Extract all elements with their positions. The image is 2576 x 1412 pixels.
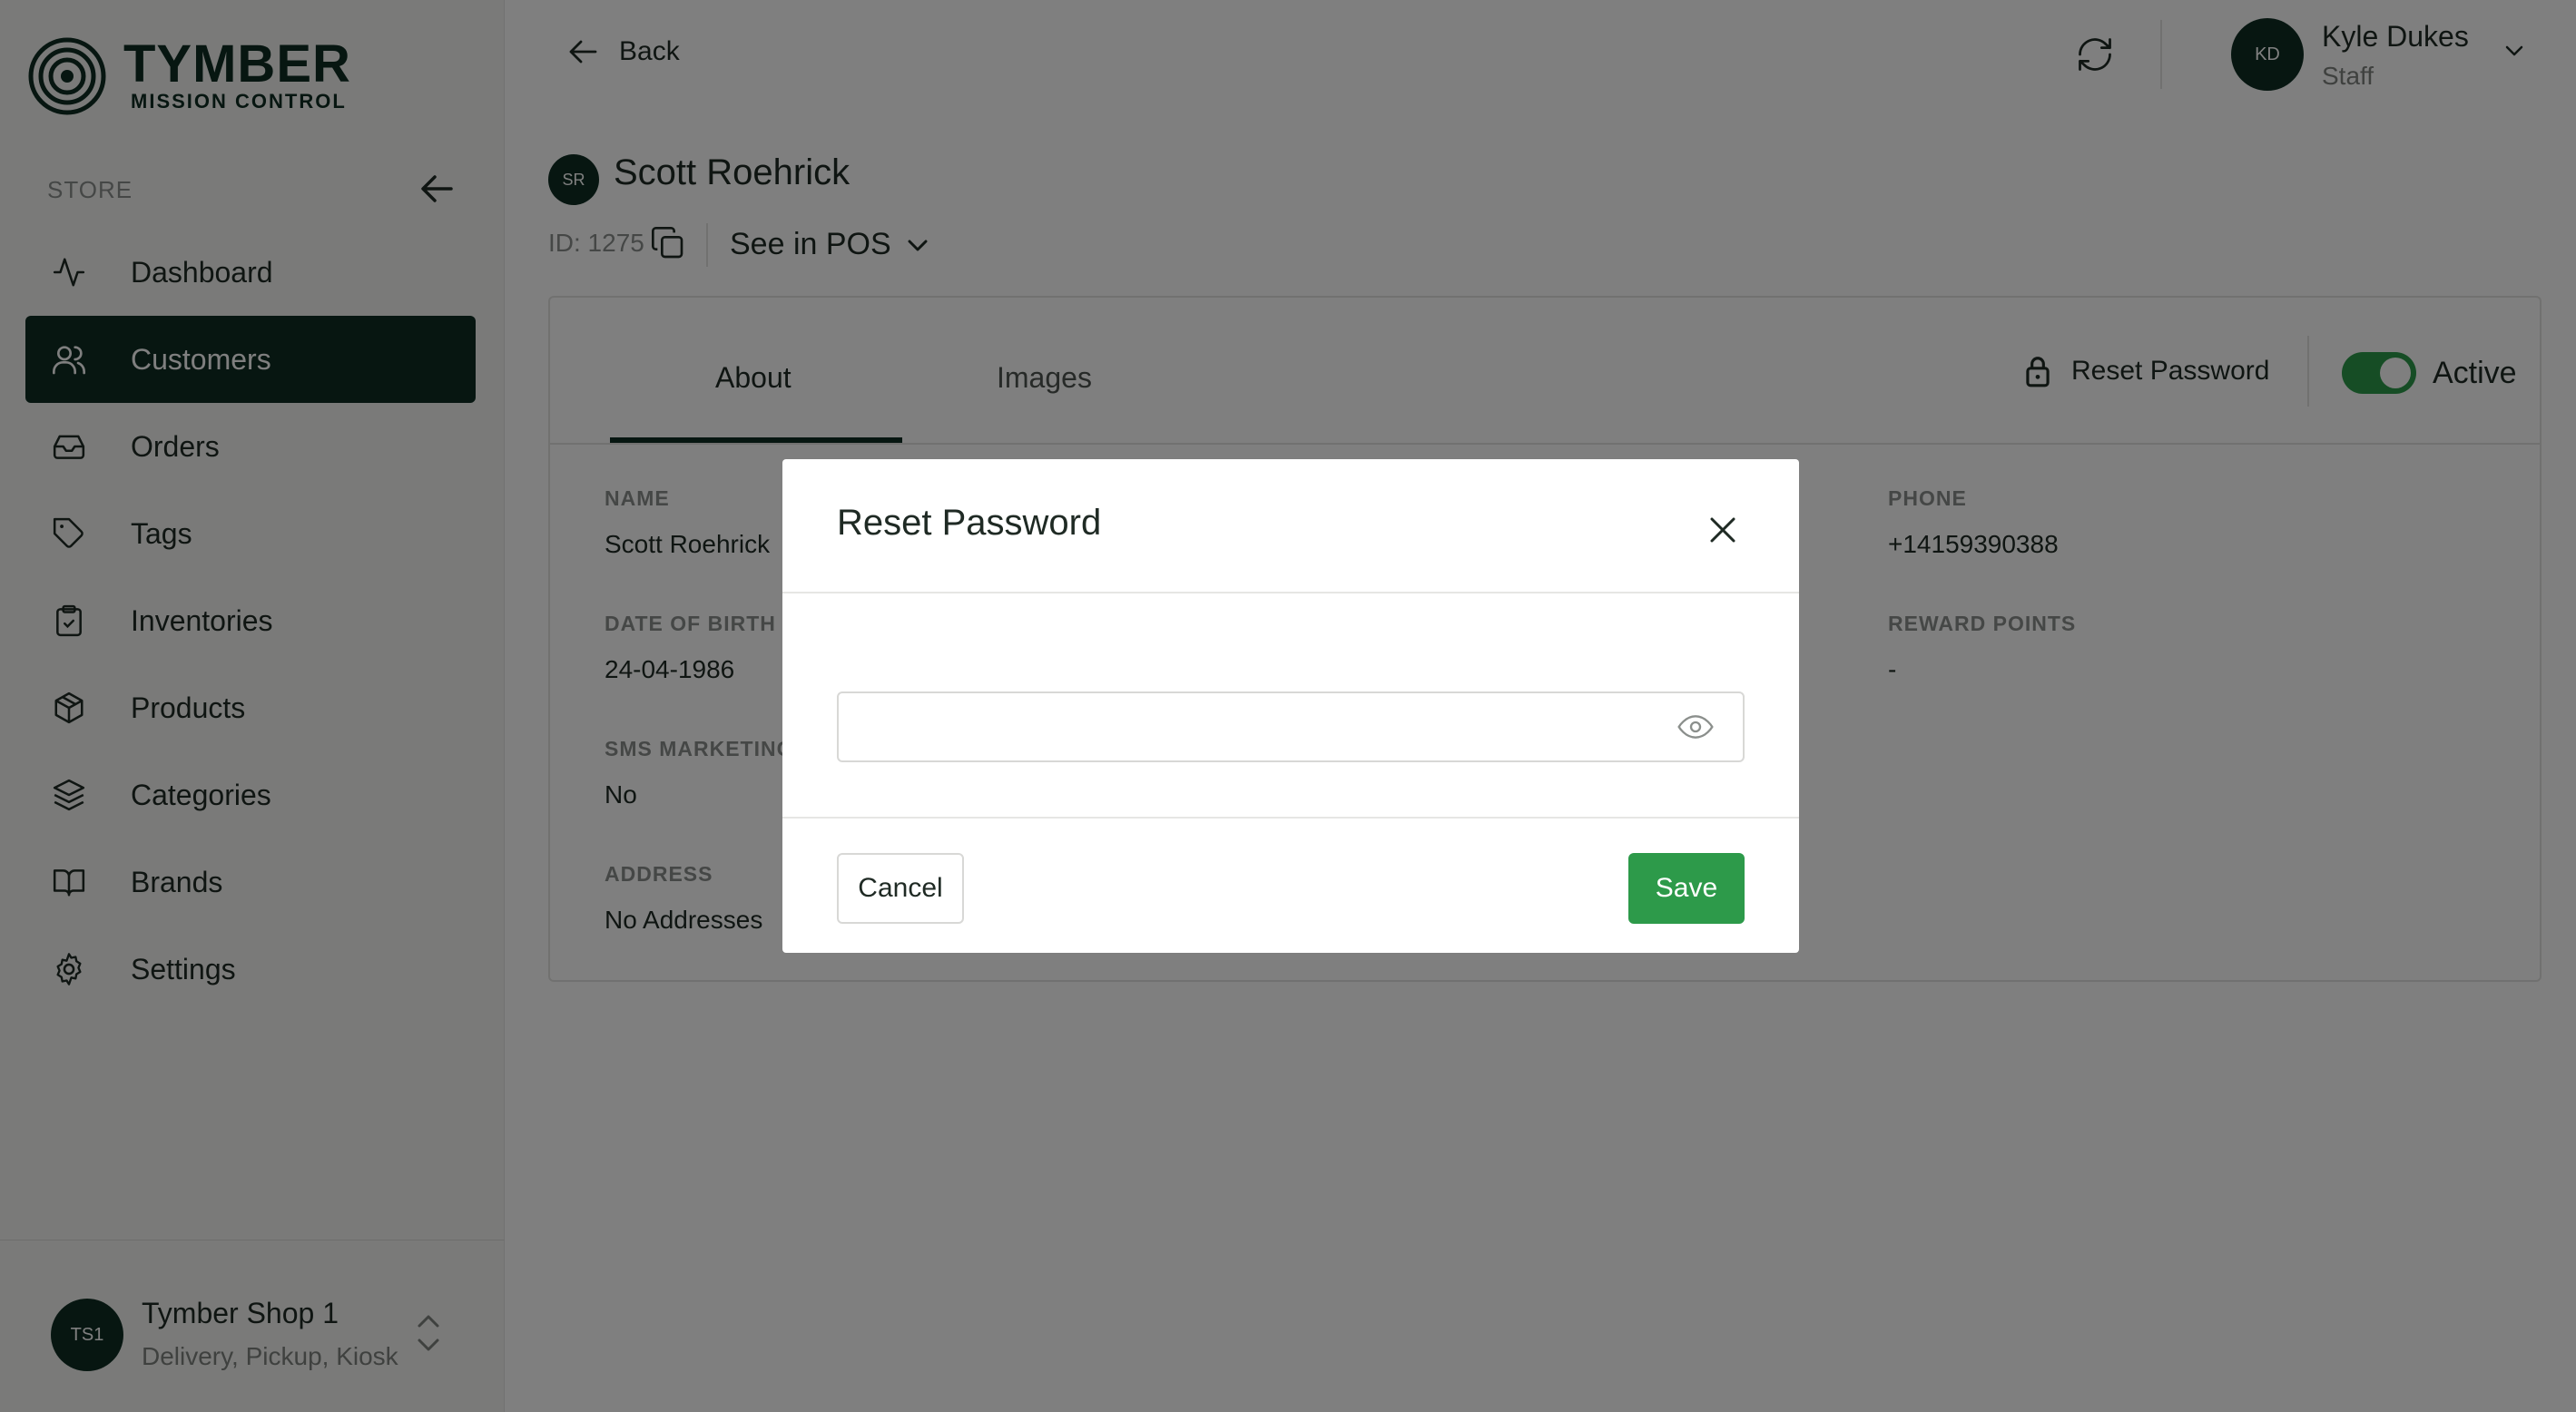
close-button[interactable] [1697, 508, 1748, 552]
eye-icon [1677, 715, 1714, 739]
save-button[interactable]: Save [1628, 853, 1745, 924]
toggle-visibility-button[interactable] [1677, 711, 1714, 747]
modal-divider [782, 817, 1799, 819]
modal-title: Reset Password [837, 503, 1102, 543]
close-icon [1710, 517, 1735, 543]
modal-divider [782, 592, 1799, 593]
cancel-button[interactable]: Cancel [837, 853, 964, 924]
reset-password-modal: Reset Password Cancel Save [782, 459, 1799, 953]
new-password-input[interactable] [837, 691, 1745, 762]
